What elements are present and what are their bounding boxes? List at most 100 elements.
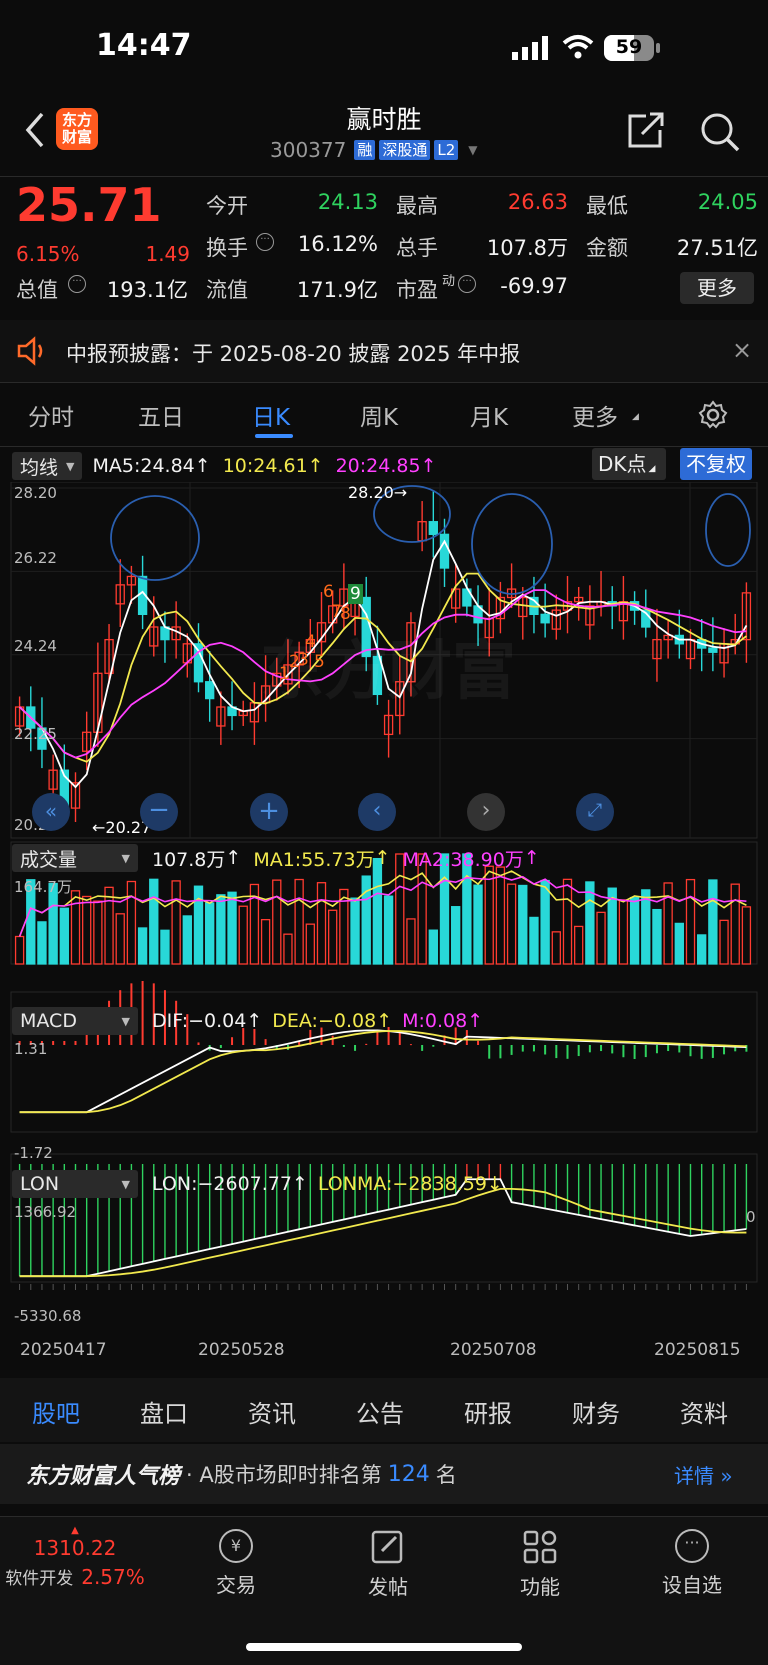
indicator-selector-ma[interactable]: 均线 ▼ [12,452,83,480]
float-value: 171.9亿 [296,278,378,302]
indicator-selector-lon[interactable]: LON ▼ [12,1170,138,1198]
indicator-selector-volume[interactable]: 成交量 ▼ [12,844,138,872]
fullscreen-icon[interactable]: ⤢ [576,793,614,831]
volume-bar [104,886,114,965]
dk-button[interactable]: DK点 ◢ [592,448,666,480]
more-button[interactable]: 更多 [680,272,754,304]
macd-histogram-bar [331,1035,334,1045]
volume-bar [372,857,383,965]
pe-value: -69.97 [500,274,568,298]
tab-announcements[interactable]: 公告 [356,1394,404,1429]
macd-histogram-bar [74,1041,77,1045]
x-date-label: 20250528 [198,1340,285,1360]
info-icon[interactable]: ··· [256,233,274,251]
change-amount: 1.49 [145,242,190,266]
macd-histogram-bar [700,1045,703,1059]
volume-bar [741,906,752,965]
share-icon[interactable] [626,112,666,150]
volume-bar [495,866,506,965]
y-tick-label: 26.22 [14,549,57,567]
close-icon[interactable]: × [732,336,752,364]
volume-value: 107.8万 [486,236,568,260]
kline-chart-area[interactable] [0,482,768,1382]
high-marker: 28.20→ [348,483,408,502]
sector-index[interactable]: ▲ 1310.22 软件开发 2.57% [0,1525,150,1589]
trade-icon: ¥ [219,1529,253,1563]
macd-histogram-bar [219,1045,222,1049]
tab-weekly-k[interactable]: 周K [360,398,398,432]
macd-max-label: 1.31 [14,1040,48,1058]
zoom-out-icon[interactable]: − [140,793,178,831]
y-tick-label: 28.20 [14,484,57,502]
volume-bar [160,929,170,965]
speaker-icon [17,336,43,366]
tab-forum[interactable]: 股吧 [32,1394,80,1429]
details-link[interactable]: 详情 » [674,1460,733,1489]
amount-value: 27.51亿 [676,236,758,260]
status-time: 14:47 [96,28,192,63]
home-indicator [246,1643,522,1651]
tab-financials[interactable]: 财务 [572,1394,620,1429]
adjust-button[interactable]: 不复权 [680,448,752,480]
ma20-value: 20:24.85 [335,455,421,477]
volume-bar [674,922,684,965]
macd-histogram-bar [63,1041,66,1045]
macd-histogram-bar [231,1037,234,1045]
nav-trade[interactable]: ¥ 交易 [196,1529,276,1598]
scroll-left-fast-icon[interactable]: « [32,793,70,831]
volume-bar [350,897,360,965]
volume-bar [14,935,25,965]
macd-histogram-bar [488,1045,491,1059]
search-icon[interactable] [700,112,740,152]
lon-zero-label: 0 [746,1208,756,1226]
indicator-selector-macd[interactable]: MACD ▼ [12,1007,138,1035]
td-label: 6 [323,582,334,602]
popularity-banner[interactable]: 东方财富人气榜 · A股市场即时排名第 124 名 详情 » [0,1444,768,1504]
grid-icon [523,1530,557,1564]
nav-add-watchlist[interactable]: ··· 设自选 [652,1529,732,1598]
volume-bar [574,925,584,965]
stock-code-row[interactable]: 300377 融 深股通 L2 ▼ [270,138,478,162]
tab-daily-k[interactable]: 日K [252,398,290,432]
macd-histogram-bar [197,1042,200,1045]
macd-histogram-bar [555,1045,558,1059]
notice-bar[interactable]: 中报预披露：于 2025-08-20 披露 2025 年中报 × [0,320,768,382]
macd-min-label: -1.72 [14,1144,53,1162]
tab-monthly-k[interactable]: 月K [470,398,508,432]
nav-post[interactable]: 发帖 [348,1529,428,1600]
prev-icon[interactable]: ‹ [358,793,396,831]
sector-index-value: 1310.22 [33,1536,117,1560]
status-bar: 14:47 59 [0,0,768,100]
mcap-label: 总值 [16,278,58,302]
tab-more[interactable]: 更多 [572,398,618,432]
pe-superscript: 动 [442,274,456,289]
gear-icon[interactable] [698,400,728,430]
volume-bar [406,918,416,965]
volume-bar [719,919,729,965]
notice-text: 中报预披露：于 2025-08-20 披露 2025 年中报 [66,342,521,366]
macd-histogram-bar [409,1044,412,1046]
volume-ma1: MA1:55.73万 [253,848,375,871]
nav-functions[interactable]: 功能 [500,1529,580,1600]
next-icon[interactable]: › [467,793,505,831]
x-date-label: 20250708 [450,1340,537,1360]
info-icon[interactable]: ··· [68,275,86,293]
info-icon[interactable]: ··· [458,275,476,293]
macd-histogram-bar [477,1040,480,1045]
volume-bar [305,923,315,965]
tab-profile[interactable]: 资料 [680,1394,728,1429]
candle-body [205,681,215,700]
volume-bar [697,934,707,965]
zoom-in-icon[interactable]: + [250,793,288,831]
tab-intraday[interactable]: 分时 [28,398,74,432]
tab-research[interactable]: 研报 [464,1394,512,1429]
wifi-icon [562,35,594,59]
tab-news[interactable]: 资讯 [248,1394,296,1429]
tab-five-day[interactable]: 五日 [138,398,184,432]
tab-orderbook[interactable]: 盘口 [140,1394,188,1429]
change-percent: 6.15% [16,242,80,266]
volume-bar [641,889,651,965]
stock-code: 300377 [270,138,347,162]
volume-bar [93,900,103,965]
stock-header: 东方 财富 赢时胜 300377 融 深股通 L2 ▼ [0,100,768,176]
